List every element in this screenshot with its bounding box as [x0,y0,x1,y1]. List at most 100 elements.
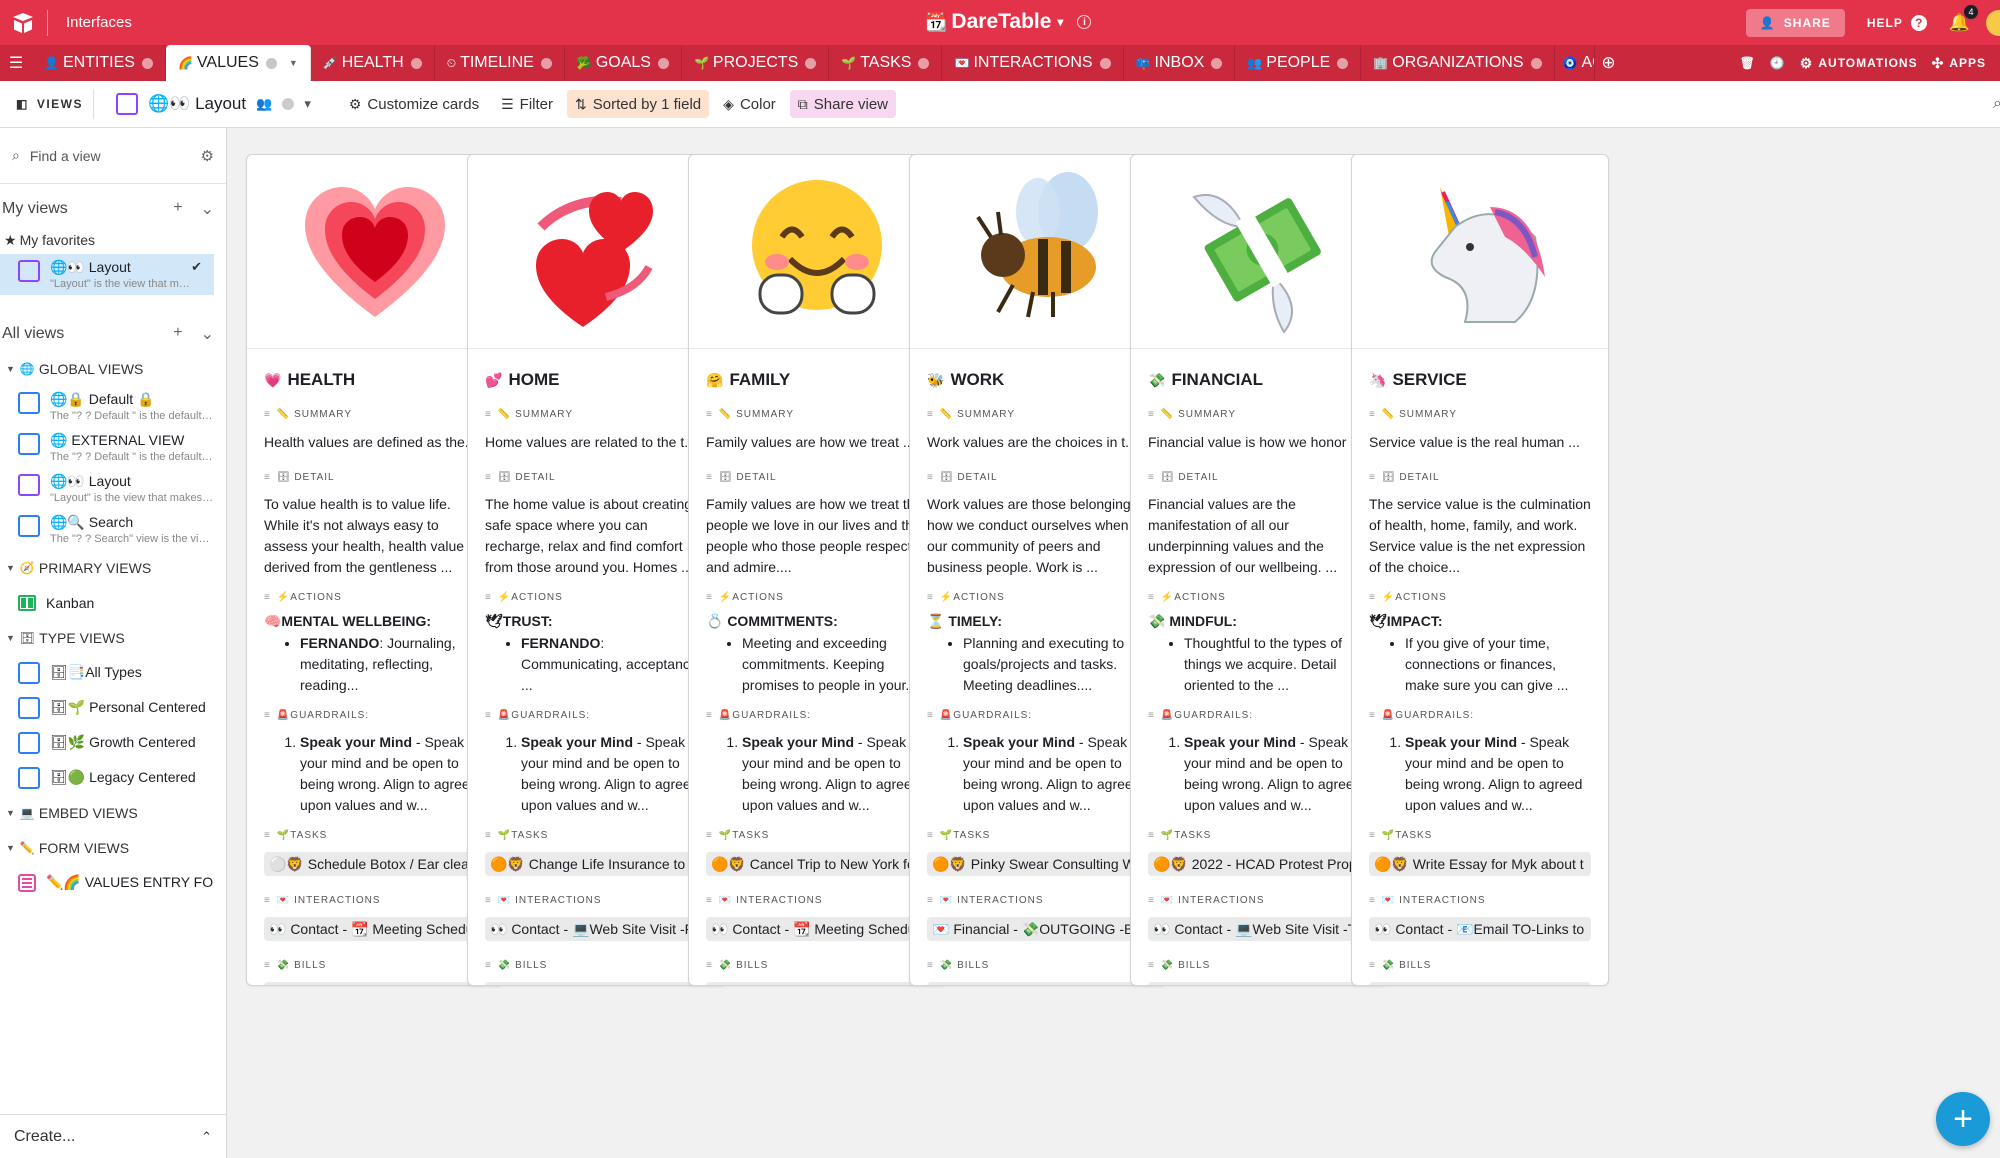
linked-interaction-chip[interactable]: 👀 Contact - 📆 Meeting Schedule [706,917,928,941]
views-toggle-button[interactable]: ◧ VIEWS [6,89,95,119]
create-view-button[interactable]: Create... ⌃ [0,1114,226,1158]
linked-interaction-chip[interactable]: 👀 Contact - 📆 Meeting Schedule [264,917,486,941]
add-icon[interactable]: + [173,199,182,219]
customize-cards-button[interactable]: ⚙ Customize cards [341,90,487,118]
sidebar-view-item[interactable]: 🗄🟢 Legacy Centered [0,760,226,795]
tab-tasks[interactable]: 🌱 TASKS [829,45,943,81]
sidebar-view-item[interactable]: Kanban [0,585,226,620]
chevron-down-icon[interactable]: ▾ [304,96,311,112]
value-card-work[interactable]: 🐝 WORK ≡ 📏 SUMMARY Work values are the choic… [909,154,1167,986]
tab-projects[interactable]: 🌱 PROJECTS [682,45,830,81]
sort-button[interactable]: ⇅ Sorted by 1 field [567,90,710,118]
sidebar-view-item[interactable]: 🌐🔒 Default 🔒 The "? ? Default " is the de… [0,386,226,427]
gear-icon[interactable]: ⚙ [201,147,214,165]
view-group-header[interactable]: ▼ 🧭 PRIMARY VIEWS [0,550,226,585]
app-logo-icon[interactable] [0,0,45,45]
linked-bill-chip[interactable]: 💌 Allstate - Insurance Flood Hom [485,982,707,985]
info-icon[interactable] [141,57,153,69]
sidebar-view-item[interactable]: 🌐🔍 Search The "? ? Search" view is the vi… [0,509,226,550]
hamburger-menu-icon[interactable]: ☰ [0,53,32,73]
tab-values[interactable]: 🌈 VALUES ▼ [165,45,311,81]
search-icon[interactable]: ⌕ [1993,95,2000,113]
tab-timeline[interactable]: ⏲ TIMELINE [435,45,565,81]
chevron-down-icon[interactable]: ⌄ [201,199,214,219]
info-icon[interactable] [1211,57,1223,69]
info-icon[interactable] [410,57,422,69]
info-icon[interactable] [1099,57,1111,69]
add-record-button[interactable]: + [1936,1092,1990,1146]
linked-interaction-chip[interactable]: 💌 Financial - 💸OUTGOING -Billir [927,917,1149,941]
base-title[interactable]: 📆 DareTable ▾ i [925,10,1092,34]
value-card-family[interactable]: 🤗 FAMILY ≡ 📏 SUMMARY Family values are how w… [688,154,946,986]
linked-bill-chip[interactable]: 💸 Tiller Money-🟢 Tiller-59-Annu [1148,982,1370,985]
chevron-down-icon[interactable]: ⌄ [201,324,214,344]
sidebar-view-item[interactable]: ✏️🌈 VALUES ENTRY FORM [0,865,226,900]
value-card-service[interactable]: 🦄 SERVICE ≡ 📏 SUMMARY Service value is the r… [1351,154,1609,986]
trash-icon[interactable]: 🗑 [1740,56,1756,70]
current-view-switcher[interactable]: 🌐👀 Layout 👥 ▾ [116,93,311,115]
info-icon[interactable]: i [1077,15,1092,29]
value-card-health[interactable]: 💗 HEALTH ≡ 📏 SUMMARY Health values are defin… [246,154,504,986]
color-button[interactable]: ◈ Color [715,90,784,118]
share-view-button[interactable]: ⧉ Share view [789,90,896,118]
chevron-down-icon[interactable]: ▼ [289,58,298,68]
info-icon[interactable] [282,98,295,110]
tab-goals[interactable]: 🥦 GOALS [565,45,682,81]
info-icon[interactable] [805,57,817,69]
value-card-home[interactable]: 💕 HOME ≡ 📏 SUMMARY Home values are related t… [467,154,725,986]
info-icon[interactable] [918,57,930,69]
linked-bill-chip[interactable]: 💸 Allied Mosquito and Gnat Spra [264,982,486,985]
info-icon[interactable] [1337,57,1349,69]
share-button[interactable]: 👤 SHARE [1745,8,1845,37]
tab-health[interactable]: 💉 HEALTH [311,45,435,81]
linked-interaction-chip[interactable]: 👀 Contact - 💻Web Site Visit -TW [1148,917,1370,941]
sidebar-view-item[interactable]: 🌐👀 Layout "Layout" is the view that makes… [0,468,226,509]
sidebar-view-item[interactable]: 🗄🌿 Growth Centered [0,725,226,760]
help-icon[interactable]: ? [1910,14,1927,31]
tab-entities[interactable]: 👤 ENTITIES [32,45,166,81]
linked-task-chip[interactable]: ⚪🦁 Schedule Botox / Ear cleanin [264,852,486,876]
view-group-header[interactable]: ▼ 🗄 TYPE VIEWS [0,620,226,655]
add-icon[interactable]: + [173,324,182,344]
tab-organizations[interactable]: 🏢 ORGANIZATIONS [1361,45,1555,81]
linked-task-chip[interactable]: 🟠🦁 Change Life Insurance to us [485,852,707,876]
tab-ac[interactable]: 🧿AC [1555,45,1595,81]
linked-task-chip[interactable]: 🟠🦁 2022 - HCAD Protest Prope [1148,852,1370,876]
view-group-header[interactable]: ▼ ✏️ FORM VIEWS [0,830,226,865]
linked-bill-chip[interactable]: 💸 Nomad List-🟢 Nomad List--Li [927,982,1149,985]
help-link[interactable]: HELP [1867,16,1903,30]
view-group-header[interactable]: ▼ 💻 EMBED VIEWS [0,795,226,830]
gallery-view-icon [18,474,40,496]
chevron-down-icon[interactable]: ▾ [1057,15,1063,29]
linked-task-chip[interactable]: 🟠🦁 Write Essay for Myk about t [1369,852,1591,876]
automations-button[interactable]: ⚙ AUTOMATIONS [1800,55,1918,72]
workspace-name[interactable]: Interfaces [66,14,132,31]
filter-button[interactable]: ☰ Filter [493,90,561,118]
add-table-icon[interactable]: ⊕ [1595,53,1623,73]
linked-interaction-chip[interactable]: 👀 Contact - 📧Email TO-Links to [1369,917,1591,941]
linked-task-chip[interactable]: 🟠🦁 Cancel Trip to New York for [706,852,928,876]
linked-task-chip[interactable]: 🟠🦁 Pinky Swear Consulting Wor [927,852,1149,876]
sidebar-view-item[interactable]: 🗄📑All Types [0,655,226,690]
tab-interactions[interactable]: 💌 INTERACTIONS [942,45,1124,81]
tab-inbox[interactable]: 📪 INBOX [1124,45,1236,81]
info-icon[interactable] [657,57,669,69]
sidebar-view-item[interactable]: 🗄🌱 Personal Centered [0,690,226,725]
bell-icon[interactable]: 🔔 4 [1949,4,1978,33]
linked-bill-chip[interactable]: 💸 Nest Aware Plus -Whole Home [706,982,928,985]
info-icon[interactable] [540,57,552,69]
linked-bill-chip[interactable]: 💻 Invoice for Dont Unplug Websi [1369,982,1591,985]
avatar[interactable] [1986,9,2000,36]
info-icon[interactable] [265,57,277,69]
history-icon[interactable]: 🕘 [1770,56,1786,70]
sidebar-view-item[interactable]: 🌐 EXTERNAL VIEW The "? ? Default " is the… [0,427,226,468]
linked-interaction-chip[interactable]: 👀 Contact - 💻Web Site Visit -Fin [485,917,707,941]
value-card-financial[interactable]: 💸 FINANCIAL ≡ 📏 SUMMARY Financial value is h… [1130,154,1388,986]
view-group-header[interactable]: ▼ 🌐 GLOBAL VIEWS [0,351,226,386]
info-icon[interactable] [1530,57,1542,69]
favorite-view-layout[interactable]: 🌐👀 Layout "Layout" is the view that make… [0,254,214,295]
apps-button[interactable]: ✣ APPS [1932,55,1986,72]
find-view-input[interactable]: ⌕ Find a view ⚙ [0,128,226,184]
tab-people[interactable]: 👥 PEOPLE [1235,45,1362,81]
table-tab-bar: ☰ 👤 ENTITIES 🌈 VALUES ▼ 💉 HEALTH ⏲ TIMELINE 🥦 GOAL… [0,45,2000,81]
